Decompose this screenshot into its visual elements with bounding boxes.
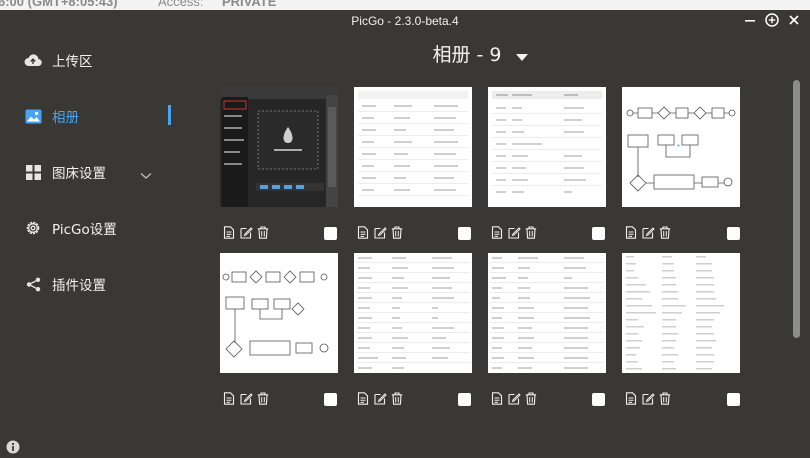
gallery-image-5[interactable] (220, 253, 338, 373)
select-checkbox[interactable] (324, 227, 337, 240)
image-actions (624, 225, 672, 239)
trash-icon[interactable] (658, 225, 672, 239)
image-actions (490, 391, 538, 405)
select-checkbox[interactable] (324, 393, 337, 406)
select-checkbox[interactable] (592, 393, 605, 406)
image-icon (24, 107, 42, 125)
window-title: PicGo - 2.3.0-beta.4 (351, 14, 459, 28)
trash-icon[interactable] (524, 225, 538, 239)
sidebar: 上传区 相册 图床设置 PicGo设置 插件设置 (0, 30, 180, 457)
edit-icon[interactable] (239, 225, 253, 239)
trash-icon[interactable] (524, 391, 538, 405)
select-checkbox[interactable] (592, 227, 605, 240)
edit-icon[interactable] (239, 391, 253, 405)
sidebar-item-picgo-settings[interactable]: PicGo设置 (24, 218, 174, 238)
gallery-image-8[interactable] (622, 253, 740, 373)
active-indicator (168, 105, 171, 125)
maximize-icon[interactable] (764, 12, 780, 28)
gallery-image-2[interactable] (354, 87, 472, 207)
gear-icon (24, 219, 42, 237)
gallery-image-6[interactable] (354, 253, 472, 373)
edit-icon[interactable] (507, 225, 521, 239)
edit-icon[interactable] (641, 225, 655, 239)
grid-icon (24, 163, 42, 181)
trash-icon[interactable] (390, 391, 404, 405)
share-icon (24, 275, 42, 293)
picgo-window: PicGo - 2.3.0-beta.4 上传区 相册 图床设置 PicGo设置… (0, 10, 810, 457)
trash-icon[interactable] (390, 225, 404, 239)
page-title: 相册 - 9 (432, 44, 502, 66)
image-actions (624, 391, 672, 405)
gallery-image-1[interactable] (220, 87, 338, 207)
sidebar-item-plugin-settings[interactable]: 插件设置 (24, 274, 174, 294)
gallery-image-4[interactable] (622, 87, 740, 207)
info-icon[interactable] (6, 439, 20, 458)
image-actions (222, 391, 270, 405)
chevron-down-icon[interactable] (140, 165, 152, 184)
cloud-upload-icon (24, 51, 42, 69)
gallery-panel: 相册 - 9 (190, 30, 790, 457)
image-actions (356, 225, 404, 239)
trash-icon[interactable] (658, 391, 672, 405)
sidebar-item-label: PicGo设置 (52, 222, 117, 238)
document-icon[interactable] (490, 225, 504, 239)
title-bar: PicGo - 2.3.0-beta.4 (0, 10, 810, 30)
document-icon[interactable] (356, 225, 370, 239)
document-icon[interactable] (624, 391, 638, 405)
gallery-image-3[interactable] (488, 87, 606, 207)
trash-icon[interactable] (256, 391, 270, 405)
album-title-dropdown[interactable]: 相册 - 9 (190, 40, 770, 67)
gallery-image-7[interactable] (488, 253, 606, 373)
edit-icon[interactable] (373, 391, 387, 405)
document-icon[interactable] (356, 391, 370, 405)
background-access-value: PRIVATE (222, 0, 277, 9)
select-checkbox[interactable] (458, 393, 471, 406)
select-checkbox[interactable] (458, 227, 471, 240)
select-checkbox[interactable] (727, 393, 740, 406)
document-icon[interactable] (222, 391, 236, 405)
sidebar-item-label: 相册 (52, 110, 79, 126)
sidebar-item-label: 图床设置 (52, 166, 106, 182)
minimize-icon[interactable] (742, 12, 758, 28)
sidebar-item-upload[interactable]: 上传区 (24, 50, 174, 70)
image-actions (356, 391, 404, 405)
document-icon[interactable] (490, 391, 504, 405)
document-icon[interactable] (222, 225, 236, 239)
window-controls (742, 12, 802, 28)
image-actions (490, 225, 538, 239)
caret-down-icon (515, 45, 528, 67)
select-checkbox[interactable] (727, 227, 740, 240)
edit-icon[interactable] (373, 225, 387, 239)
scrollbar-thumb[interactable] (793, 80, 800, 338)
background-app-strip: 6:00 (GMT+8:05:43) Access: PRIVATE (0, 0, 810, 10)
sidebar-item-label: 上传区 (52, 54, 93, 70)
sidebar-item-gallery[interactable]: 相册 (24, 106, 174, 126)
image-actions (222, 225, 270, 239)
sidebar-item-label: 插件设置 (52, 278, 106, 294)
background-access-label: Access: (158, 0, 204, 9)
edit-icon[interactable] (507, 391, 521, 405)
close-icon[interactable] (786, 12, 802, 28)
edit-icon[interactable] (641, 391, 655, 405)
document-icon[interactable] (624, 225, 638, 239)
background-time-text: 6:00 (GMT+8:05:43) (0, 0, 118, 9)
trash-icon[interactable] (256, 225, 270, 239)
